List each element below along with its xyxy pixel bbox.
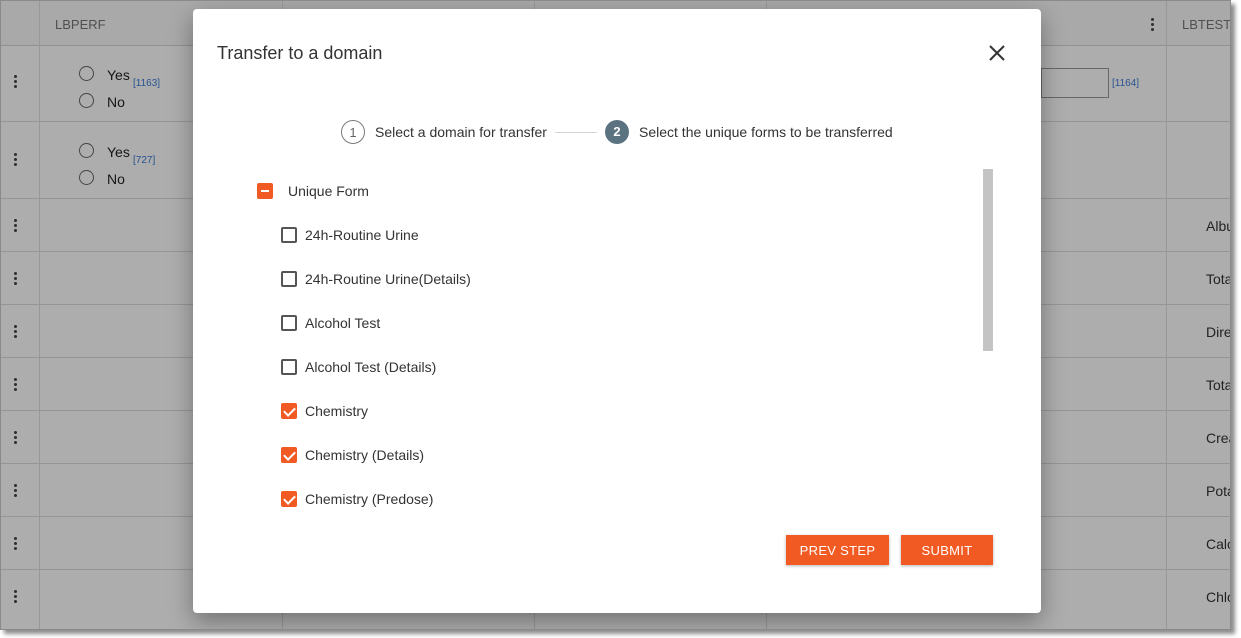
step-2-label: Select the unique forms to be transferre… <box>639 124 893 140</box>
form-checkbox[interactable] <box>281 315 297 331</box>
unique-form-checkbox[interactable] <box>257 183 273 199</box>
form-label: Chemistry <box>305 403 369 419</box>
unique-form-label: Unique Form <box>288 183 369 199</box>
dialog-title: Transfer to a domain <box>217 43 383 63</box>
form-checkbox[interactable] <box>281 447 297 463</box>
form-checkbox[interactable] <box>281 227 297 243</box>
submit-button[interactable]: SUBMIT <box>901 535 993 565</box>
form-checkbox[interactable] <box>281 491 297 507</box>
form-label: 24h-Routine Urine <box>305 227 419 243</box>
form-label: 24h-Routine Urine(Details) <box>305 271 471 287</box>
scrollbar-thumb[interactable] <box>983 169 993 351</box>
form-checkbox[interactable] <box>281 271 297 287</box>
step-1-label: Select a domain for transfer <box>375 124 547 140</box>
form-label: Chemistry (Predose) <box>305 491 434 507</box>
step-2-indicator: 2 <box>605 120 629 144</box>
prev-step-button[interactable]: PREV STEP <box>786 535 889 565</box>
app-window: LBPERF LBTEST Yes No [1163] Yes No [727]… <box>0 0 1231 630</box>
form-label: Alcohol Test <box>305 315 381 331</box>
form-checkbox[interactable] <box>281 359 297 375</box>
step-1-indicator: 1 <box>341 120 365 144</box>
form-label: Chemistry (Details) <box>305 447 425 463</box>
step-connector <box>555 132 597 133</box>
form-label: Alcohol Test (Details) <box>305 359 437 375</box>
form-checkbox[interactable] <box>281 403 297 419</box>
transfer-dialog: Transfer to a domain 1 Select a domain f… <box>193 9 1041 613</box>
close-icon[interactable] <box>987 43 1007 63</box>
